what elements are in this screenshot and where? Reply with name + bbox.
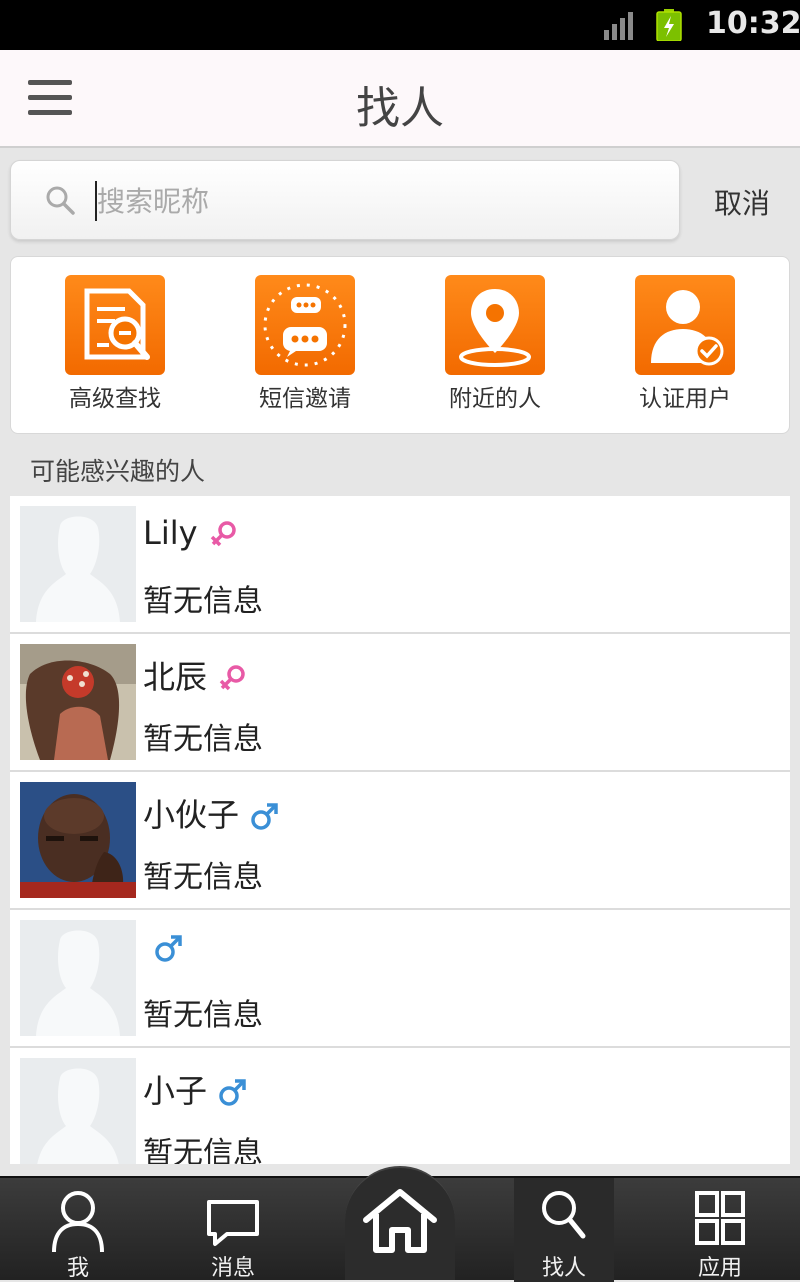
tab-label: 应用 [697, 1256, 742, 1281]
quick-action-label: 认证用户 [639, 386, 731, 412]
avatar[interactable] [20, 506, 136, 622]
list-item[interactable]: 小伙子 暂无信息 [10, 772, 790, 910]
tab-label: 消息 [210, 1256, 255, 1281]
tab-messages[interactable]: 消息 [183, 1178, 283, 1282]
page-title: 找人 [356, 83, 444, 134]
section-title: 可能感兴趣的人 [30, 457, 206, 486]
status-bar: 10:32 [0, 0, 800, 50]
quick-action-label: 附近的人 [449, 386, 541, 412]
person-info: 暂无信息 [143, 860, 263, 895]
quick-action-label: 短信邀请 [259, 386, 351, 412]
search-icon [542, 1191, 586, 1239]
battery-icon [656, 9, 682, 41]
home-icon [363, 1189, 437, 1253]
avatar[interactable] [20, 644, 136, 760]
female-icon [219, 665, 245, 691]
person-info: 暂无信息 [143, 1136, 263, 1164]
person-info: 暂无信息 [143, 584, 263, 619]
male-icon [219, 1079, 246, 1106]
search-input[interactable] [97, 179, 657, 223]
person-icon [52, 1191, 104, 1252]
quick-action-label: 高级查找 [69, 386, 161, 412]
person-name: 小子 [143, 1066, 247, 1112]
home-button[interactable] [345, 1166, 455, 1280]
quick-actions-panel: 高级查找 短信邀请 附近的人 认证用户 [10, 256, 790, 434]
quick-action-advanced-search[interactable]: 高级查找 [35, 275, 195, 413]
tab-find-people[interactable]: 找人 [514, 1178, 614, 1282]
tab-label: 找人 [541, 1256, 586, 1281]
message-icon [207, 1200, 259, 1246]
search-box[interactable] [10, 160, 680, 240]
location-pin-icon [445, 275, 545, 375]
sms-invite-icon [255, 275, 355, 375]
tab-apps[interactable]: 应用 [670, 1178, 770, 1282]
advanced-search-icon [65, 275, 165, 375]
title-bar: 找人 [0, 50, 800, 148]
person-name: Lily [143, 514, 238, 552]
female-icon [210, 521, 236, 547]
signal-icon [604, 12, 633, 40]
person-info: 暂无信息 [143, 722, 263, 757]
quick-action-nearby[interactable]: 附近的人 [415, 275, 575, 413]
quick-action-sms-invite[interactable]: 短信邀请 [225, 275, 385, 413]
male-icon [251, 803, 278, 830]
person-info: 暂无信息 [143, 998, 263, 1033]
avatar[interactable] [20, 920, 136, 1036]
apps-icon [695, 1191, 745, 1245]
tab-me[interactable]: 我 [28, 1178, 128, 1282]
list-item[interactable]: 暂无信息 [10, 910, 790, 1048]
person-name: 北辰 [143, 652, 247, 698]
quick-action-verified[interactable]: 认证用户 [605, 275, 765, 413]
person-name [143, 928, 183, 966]
verified-user-icon [635, 275, 735, 375]
male-icon [155, 935, 182, 962]
list-item[interactable]: 北辰 暂无信息 [10, 634, 790, 772]
avatar[interactable] [20, 1058, 136, 1164]
person-name: 小伙子 [143, 790, 279, 836]
tab-label: 我 [66, 1256, 89, 1281]
avatar[interactable] [20, 782, 136, 898]
clock: 10:32 [706, 6, 800, 41]
list-item[interactable]: 小子 暂无信息 [10, 1048, 790, 1164]
search-icon [46, 186, 75, 215]
people-list[interactable]: Lily 暂无信息 北辰 暂无信息 小伙子 暂无信息 暂无信息 小子 暂无信息 [10, 496, 790, 1164]
cancel-button[interactable]: 取消 [700, 182, 784, 222]
list-item[interactable]: Lily 暂无信息 [10, 496, 790, 634]
